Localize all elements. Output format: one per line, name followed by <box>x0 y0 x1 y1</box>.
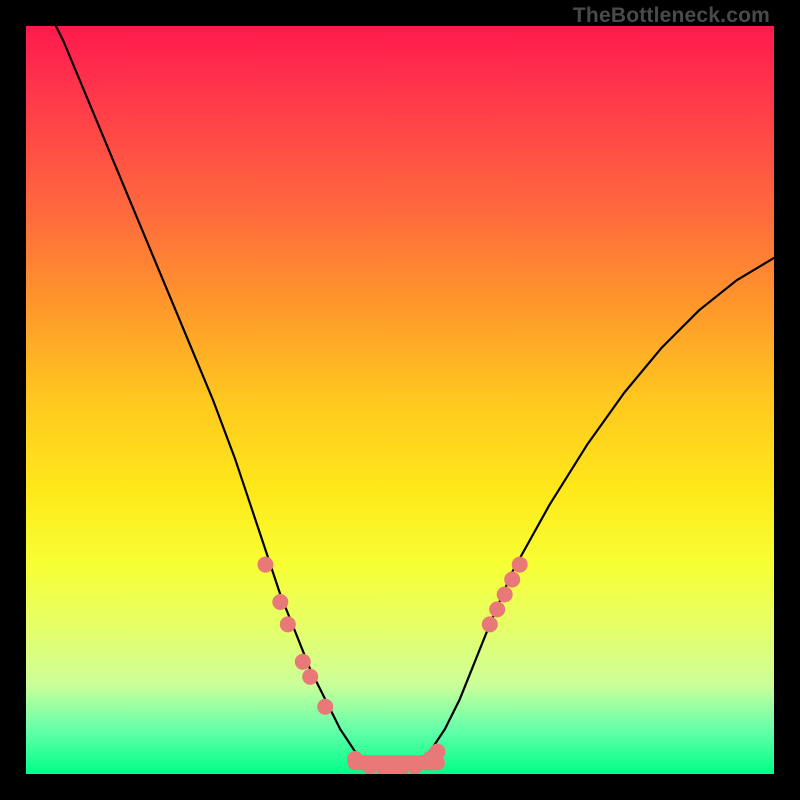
curve-marker <box>317 699 333 715</box>
curve-marker <box>302 669 318 685</box>
curve-marker <box>504 572 520 588</box>
curve-marker <box>512 557 528 573</box>
curve-marker <box>272 594 288 610</box>
curve-marker <box>489 601 505 617</box>
plot-area <box>26 26 774 774</box>
axis-left <box>0 26 26 774</box>
axis-bottom <box>26 774 774 800</box>
curve-marker <box>257 557 273 573</box>
curve-marker <box>280 616 296 632</box>
curve-marker <box>482 616 498 632</box>
watermark-text: TheBottleneck.com <box>573 4 770 28</box>
bottleneck-curve <box>26 26 774 774</box>
curve-marker <box>295 654 311 670</box>
chart-frame: TheBottleneck.com <box>0 0 800 800</box>
curve-marker <box>497 587 513 603</box>
